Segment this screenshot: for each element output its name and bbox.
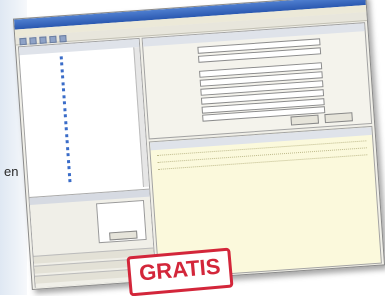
toolbar-button-icon[interactable] — [29, 37, 36, 44]
node-icon — [63, 101, 66, 104]
log-line — [157, 150, 201, 153]
field-label — [152, 51, 192, 54]
node-icon — [62, 95, 65, 98]
log-line — [157, 150, 201, 153]
node-icon — [68, 173, 71, 176]
toolbar-button-icon[interactable] — [59, 35, 66, 42]
node-icon — [61, 69, 64, 72]
app-window-screenshot — [13, 0, 385, 290]
log-line — [158, 164, 202, 167]
node-icon — [67, 166, 70, 169]
node-icon — [66, 147, 69, 150]
node-icon — [66, 140, 69, 143]
node-icon — [64, 121, 67, 124]
properties-line — [34, 203, 94, 207]
log-line — [157, 150, 201, 153]
info-box-button[interactable] — [109, 231, 137, 241]
field-label — [153, 75, 193, 78]
log-line — [157, 157, 201, 160]
log-line — [157, 157, 201, 160]
node-icon — [61, 75, 64, 78]
node-icon — [67, 160, 70, 163]
info-box — [96, 200, 147, 243]
log-line — [158, 164, 202, 167]
field-label — [156, 119, 196, 122]
properties-line — [34, 203, 94, 207]
node-icon — [68, 179, 71, 182]
field-label — [155, 102, 195, 105]
field-label — [154, 84, 194, 87]
badge-text: GRATIS — [130, 251, 230, 289]
info-line — [98, 202, 142, 205]
node-icon — [61, 82, 64, 85]
node-icon — [65, 134, 68, 137]
node-icon — [63, 108, 66, 111]
log-line — [157, 150, 201, 153]
node-icon — [64, 114, 67, 117]
node-icon — [66, 153, 69, 156]
detail-area — [142, 22, 382, 277]
field-label — [152, 60, 192, 63]
gratis-badge: GRATIS — [126, 248, 233, 296]
tree-list — [20, 47, 149, 187]
field-label — [155, 93, 195, 96]
log-line — [158, 164, 202, 167]
properties-line — [34, 203, 94, 207]
node-icon — [60, 56, 63, 59]
info-line — [98, 202, 142, 205]
log-line — [157, 157, 201, 160]
node-icon — [60, 62, 63, 65]
log-line — [157, 157, 201, 160]
tree-panel — [18, 38, 157, 288]
toolbar-button-icon[interactable] — [49, 36, 56, 43]
edge-text: en — [4, 164, 18, 179]
field-label — [156, 111, 196, 114]
toolbar-button-icon[interactable] — [39, 36, 46, 43]
node-icon — [65, 127, 68, 130]
form-button[interactable] — [290, 115, 319, 126]
node-icon — [62, 88, 65, 91]
properties-list — [34, 203, 96, 239]
info-line — [98, 202, 142, 205]
toolbar-button-icon[interactable] — [19, 38, 26, 45]
settings-form — [142, 22, 373, 139]
log-line — [158, 164, 202, 167]
form-button[interactable] — [324, 112, 353, 123]
